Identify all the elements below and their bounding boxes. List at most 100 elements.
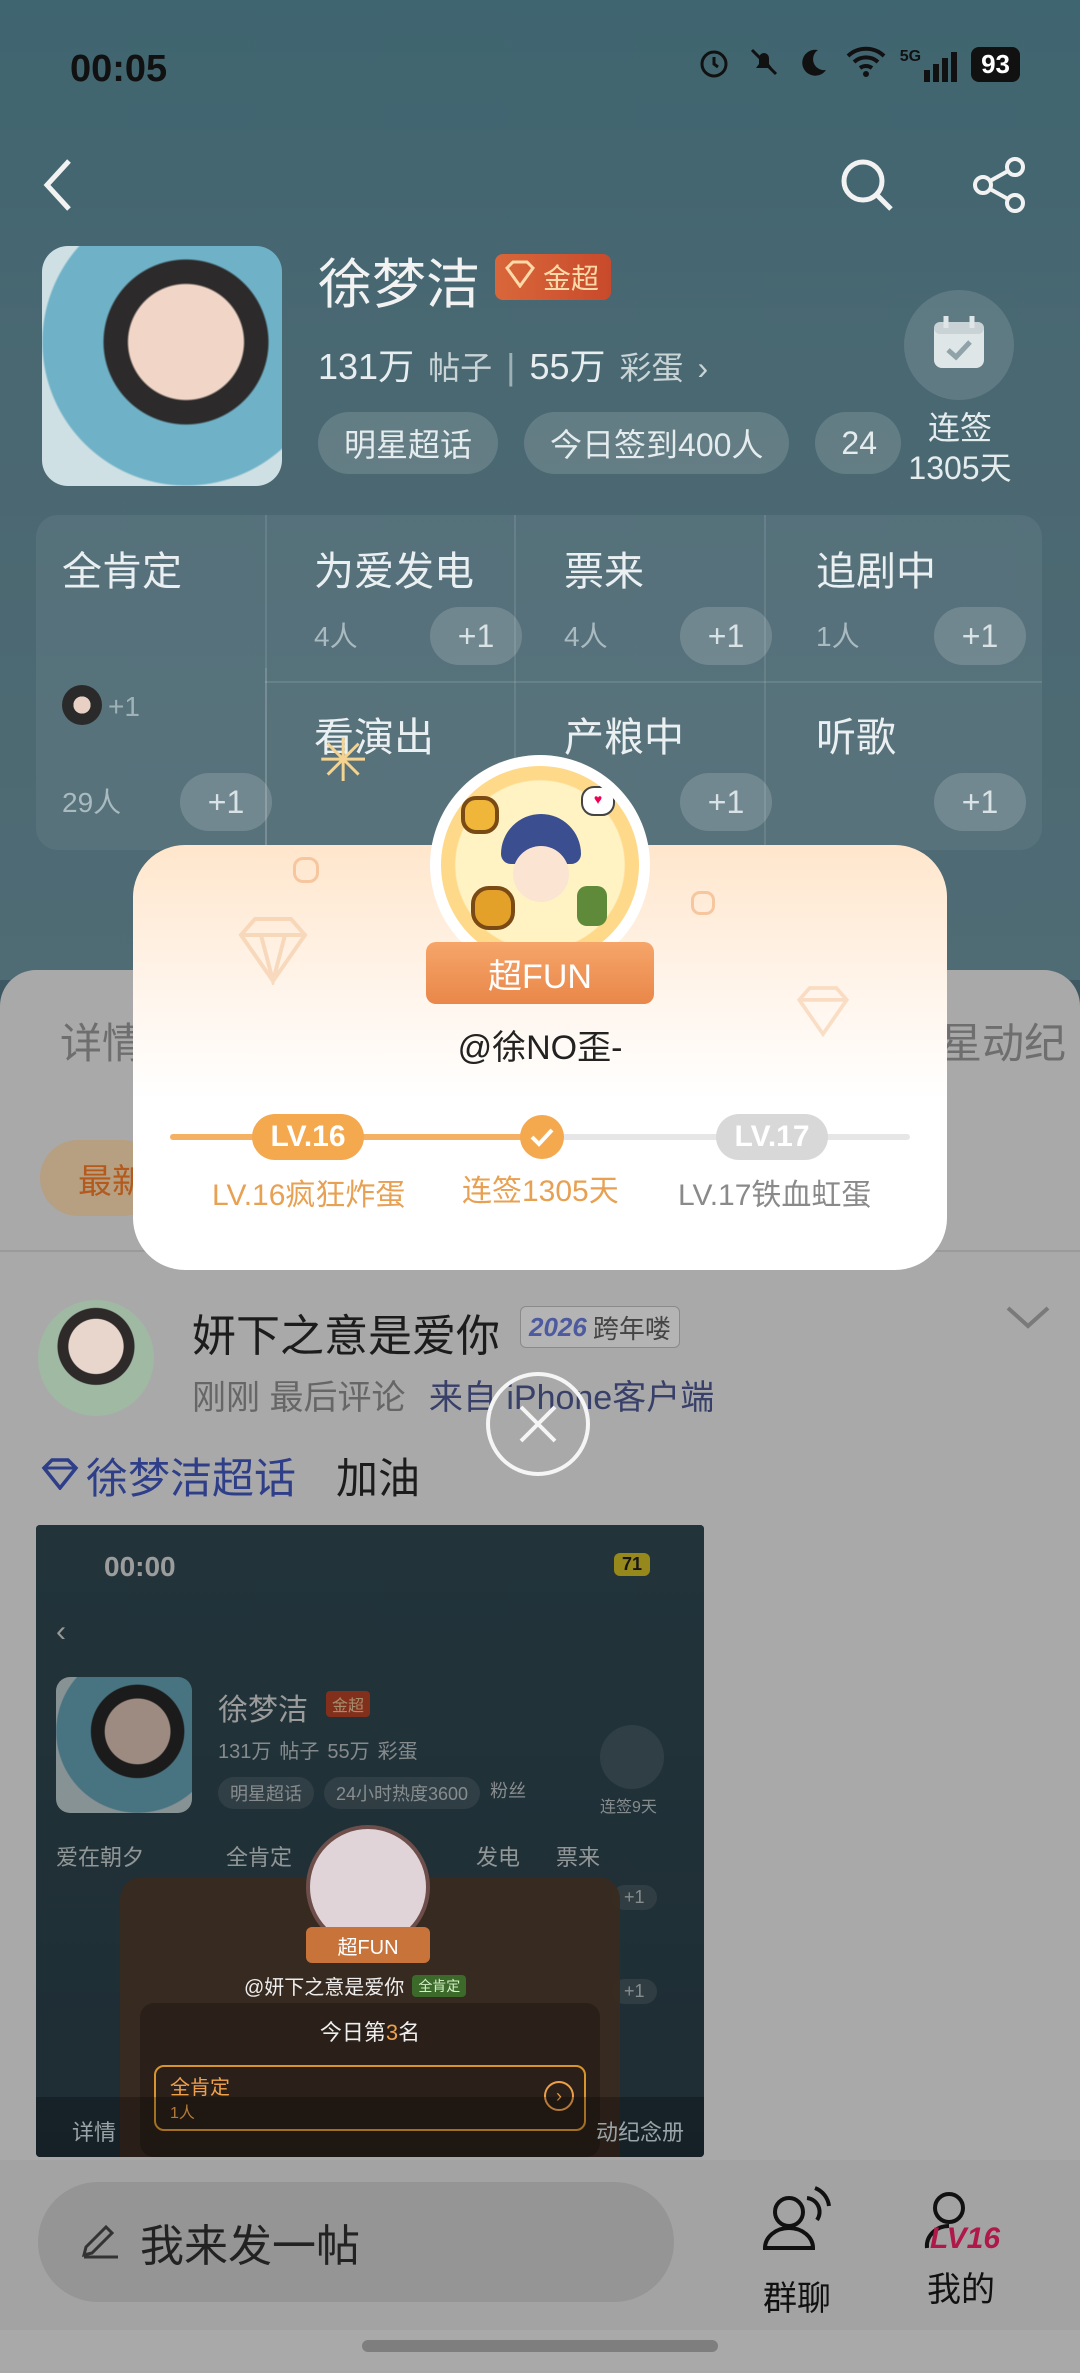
embedded-affirm-badge: 全肯定 [412, 1974, 467, 1997]
gold-badge-label: 金超 [543, 263, 600, 294]
post-image[interactable]: 00:00 71 ‹ 徐梦洁 金超 131万 帖子 55万 彩蛋 明星超话 24小时… [36, 1525, 704, 2157]
close-icon [519, 1405, 557, 1443]
embedded-ribbon: 超FUN [306, 1927, 430, 1963]
tab-details[interactable]: 详情 [60, 1010, 144, 1071]
reaction-plus-button[interactable]: +1 [180, 773, 272, 831]
close-button[interactable] [486, 1372, 590, 1476]
network-label: 5G [899, 47, 922, 65]
diamond-icon [40, 1452, 80, 1500]
mine-level: LV16 [930, 2222, 1001, 2255]
embedded-rank-prefix: 今日第 [319, 2020, 386, 2045]
mute-icon [746, 44, 782, 85]
topic-chips: 明星超话 今日签到400人 24 [318, 412, 902, 474]
next-level-pill: LV.17 [716, 1114, 828, 1160]
topic-stats: 131万 帖子 | 55万 彩蛋 › [318, 338, 708, 390]
reactor-avatar [62, 685, 102, 725]
signal-icon: 5G [899, 47, 958, 82]
checkin-days: 1305天 [908, 450, 1012, 486]
compose-label: 我来发一帖 [140, 2222, 360, 2271]
checkin-button[interactable] [904, 290, 1014, 400]
alarm-icon [696, 44, 732, 85]
reaction-name: 票来 [564, 550, 644, 594]
reactor-plus: +1 [108, 691, 140, 722]
topic-avatar[interactable] [42, 246, 282, 486]
reaction-name: 产粮中 [564, 716, 684, 760]
bubble-icon [691, 891, 715, 915]
reaction-plus-button[interactable]: +1 [934, 773, 1026, 831]
battery-indicator: 93 [971, 47, 1020, 82]
group-chat-label: 群聊 [763, 2280, 831, 2318]
status-icons: 5G 93 [696, 44, 1020, 85]
post-author-name[interactable]: 妍下之意是爱你 [192, 1300, 500, 1364]
reaction-count: 29人 [62, 787, 122, 818]
tab-star-album[interactable]: 星动纪 [940, 1010, 1080, 1071]
chip-checkin-count[interactable]: 今日签到400人 [524, 412, 790, 474]
group-chat-icon [732, 2186, 862, 2271]
reaction-plus-button[interactable]: +1 [934, 607, 1026, 665]
moon-icon [796, 44, 832, 85]
back-button[interactable] [24, 150, 94, 220]
share-button[interactable] [964, 150, 1034, 220]
next-level-label: LV.17铁血虹蛋 [678, 1179, 872, 1212]
page-title: 徐梦洁 [318, 255, 480, 315]
posts-label: 帖子 [428, 350, 493, 386]
reaction-cell[interactable]: 追剧中 [816, 539, 936, 597]
home-indicator [362, 2340, 718, 2352]
pencil-icon [78, 2215, 122, 2270]
post-time: 刚刚 最后评论 [192, 1379, 406, 1417]
embedded-rank-number: 3 [385, 2020, 399, 2045]
current-level-label: LV.16疯狂炸蛋 [212, 1179, 406, 1212]
calendar-check-icon [928, 312, 990, 379]
checkin-streak: 连签 1305天 [880, 408, 1040, 488]
stats-divider: | [506, 346, 516, 387]
embedded-handle-row: @妍下之意是爱你 全肯定 [244, 1971, 467, 2000]
modal-user-handle: @徐NO歪- [457, 1029, 623, 1067]
reaction-cell[interactable]: 为爱发电 [314, 539, 474, 597]
topic-name: 徐梦洁超话 [86, 1455, 297, 1502]
reaction-plus-button[interactable]: +1 [680, 773, 772, 831]
reaction-cell-affirm[interactable]: 全肯定 [62, 539, 182, 597]
reaction-cell[interactable]: 票来 [564, 539, 644, 597]
eggs-count: 55万 [529, 346, 606, 387]
topic-link[interactable]: 徐梦洁超话 [40, 1445, 296, 1506]
post-text: 加油 [336, 1455, 421, 1502]
modal-ribbon: 超FUN [426, 942, 654, 1004]
heart-icon: ♥ [581, 786, 615, 816]
reaction-name: 追剧中 [816, 550, 936, 594]
year-badge: 2026 跨年喽 [520, 1306, 680, 1348]
diamond-icon [503, 260, 537, 295]
embedded-rank: 今日第3名 [140, 2015, 600, 2047]
year-badge-number: 2026 [529, 1311, 587, 1342]
mine-icon: LV16 [896, 2186, 1026, 2262]
current-level-pill: LV.16 [252, 1114, 364, 1160]
reaction-cell[interactable]: 听歌 [816, 705, 896, 763]
reaction-name: 为爱发电 [314, 550, 474, 594]
check-icon [520, 1115, 564, 1159]
gold-level-badge[interactable]: 金超 [495, 254, 612, 300]
tab-mine[interactable]: LV16 我的 [896, 2186, 1026, 2311]
reaction-count: 4人 [314, 621, 358, 652]
year-badge-label: 跨年喽 [592, 1313, 671, 1344]
chip-category[interactable]: 明星超话 [318, 412, 499, 474]
embedded-rank-suffix: 名 [398, 2020, 421, 2045]
post-author-avatar[interactable] [38, 1300, 154, 1416]
mine-label: 我的 [927, 2271, 995, 2309]
checkin-label: 连签 [927, 410, 992, 446]
status-bar: 00:05 5G 93 [0, 0, 1080, 140]
eggs-label[interactable]: 彩蛋 [620, 343, 684, 389]
chevron-down-icon[interactable] [1004, 1302, 1052, 1337]
embedded-tab: 详情 [72, 2120, 117, 2145]
reaction-plus-button[interactable]: +1 [430, 607, 522, 665]
reaction-count: 4人 [564, 621, 608, 652]
streak-label: 连签1305天 [462, 1175, 619, 1208]
embedded-handle: @妍下之意是爱你 [244, 1977, 405, 1999]
compose-post-button[interactable]: 我来发一帖 [38, 2182, 674, 2302]
reaction-name: 全肯定 [62, 550, 182, 594]
search-button[interactable] [832, 150, 902, 220]
chevron-right-icon: › [697, 350, 709, 386]
reaction-cell[interactable]: 产粮中 [564, 705, 684, 763]
embedded-tab: 动纪念册 [596, 2120, 685, 2145]
tab-group-chat[interactable]: 群聊 [732, 2186, 862, 2320]
diamond-icon [233, 915, 313, 990]
reaction-plus-button[interactable]: +1 [680, 607, 772, 665]
